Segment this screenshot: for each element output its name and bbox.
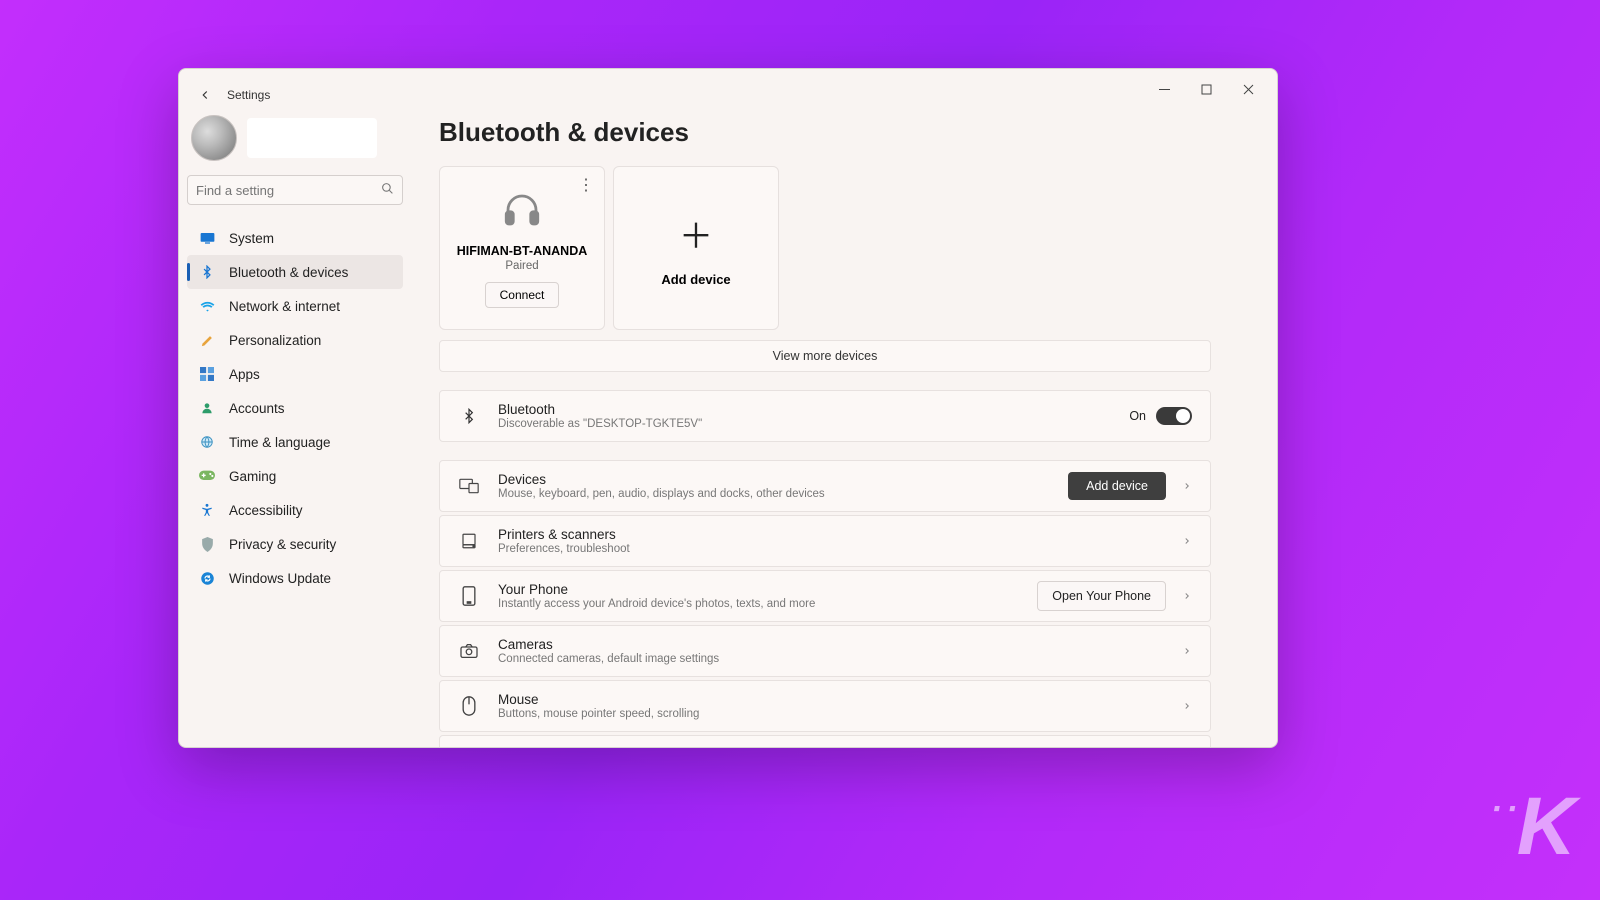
row-icon (458, 478, 480, 494)
headphones-icon (501, 189, 543, 236)
row-subtitle: Connected cameras, default image setting… (498, 653, 1166, 665)
bluetooth-subtitle: Discoverable as "DESKTOP-TGKTE5V" (498, 418, 1129, 430)
globe-icon (199, 435, 215, 449)
system-icon (199, 232, 215, 244)
bluetooth-toggle-state: On (1129, 409, 1146, 423)
view-more-devices[interactable]: View more devices (439, 340, 1211, 372)
sidebar-item-person[interactable]: Accounts (187, 391, 403, 425)
sidebar-item-label: Network & internet (229, 299, 340, 314)
row-icon (458, 586, 480, 606)
sidebar-item-label: Bluetooth & devices (229, 265, 348, 280)
brush-icon (199, 333, 215, 348)
settings-row-pen-windows-ink[interactable]: Pen & Windows InkRight-handed or left-ha… (439, 735, 1211, 747)
gaming-icon (199, 470, 215, 482)
profile-text (247, 118, 377, 158)
accessibility-icon (199, 503, 215, 517)
chevron-right-icon (1182, 698, 1192, 714)
profile-block[interactable] (187, 115, 403, 165)
device-more-icon[interactable]: ⋮ (578, 175, 594, 195)
close-button[interactable] (1227, 75, 1269, 103)
back-button[interactable] (193, 83, 217, 107)
row-icon (458, 532, 480, 550)
bluetooth-icon (199, 265, 215, 279)
sidebar-item-label: Apps (229, 367, 260, 382)
paired-device-card[interactable]: ⋮ HIFIMAN-BT-ANANDA Paired Connect (439, 166, 605, 330)
sidebar-item-label: Windows Update (229, 571, 331, 586)
nav-list: System Bluetooth & devices Network & inter… (187, 221, 403, 595)
sidebar-item-label: Privacy & security (229, 537, 336, 552)
row-title: Mouse (498, 692, 1166, 707)
app-title: Settings (227, 88, 270, 102)
row-icon (458, 643, 480, 659)
shield-icon (199, 537, 215, 552)
titlebar (179, 69, 1277, 109)
update-icon (199, 571, 215, 586)
sidebar-item-label: Accessibility (229, 503, 303, 518)
bluetooth-icon (458, 408, 480, 424)
row-subtitle: Mouse, keyboard, pen, audio, displays an… (498, 488, 1068, 500)
row-action-button[interactable]: Open Your Phone (1037, 581, 1166, 611)
sidebar-item-bluetooth[interactable]: Bluetooth & devices (187, 255, 403, 289)
settings-row-cameras[interactable]: CamerasConnected cameras, default image … (439, 625, 1211, 677)
sidebar-item-update[interactable]: Windows Update (187, 561, 403, 595)
person-icon (199, 401, 215, 415)
sidebar-item-gaming[interactable]: Gaming (187, 459, 403, 493)
settings-row-your-phone[interactable]: Your PhoneInstantly access your Android … (439, 570, 1211, 622)
sidebar-item-label: Time & language (229, 435, 331, 450)
row-title: Your Phone (498, 582, 1037, 597)
watermark: ∙∙K (1486, 780, 1572, 874)
minimize-button[interactable] (1143, 75, 1185, 103)
sidebar-item-shield[interactable]: Privacy & security (187, 527, 403, 561)
titlebar-left: Settings (193, 83, 270, 107)
bluetooth-row: Bluetooth Discoverable as "DESKTOP-TGKTE… (439, 390, 1211, 442)
chevron-right-icon (1182, 533, 1192, 549)
page-title: Bluetooth & devices (439, 117, 1249, 148)
add-device-card[interactable]: ＋ Add device (613, 166, 779, 330)
row-subtitle: Instantly access your Android device's p… (498, 598, 1037, 610)
sidebar-item-brush[interactable]: Personalization (187, 323, 403, 357)
row-subtitle: Buttons, mouse pointer speed, scrolling (498, 708, 1166, 720)
settings-row-devices[interactable]: DevicesMouse, keyboard, pen, audio, disp… (439, 460, 1211, 512)
plus-icon: ＋ (679, 209, 713, 258)
connect-button[interactable]: Connect (485, 282, 560, 308)
row-title: Cameras (498, 637, 1166, 652)
search-input[interactable] (196, 183, 381, 198)
device-cards: ⋮ HIFIMAN-BT-ANANDA Paired Connect ＋ Add… (439, 166, 1249, 330)
settings-row-mouse[interactable]: MouseButtons, mouse pointer speed, scrol… (439, 680, 1211, 732)
search-icon (381, 182, 394, 198)
sidebar-item-label: Personalization (229, 333, 321, 348)
maximize-button[interactable] (1185, 75, 1227, 103)
avatar (191, 115, 237, 161)
sidebar-item-apps[interactable]: Apps (187, 357, 403, 391)
wifi-icon (199, 299, 215, 314)
device-status: Paired (505, 260, 538, 272)
sidebar: System Bluetooth & devices Network & inter… (179, 109, 411, 747)
apps-icon (199, 367, 215, 381)
chevron-right-icon (1182, 643, 1192, 659)
row-icon (458, 696, 480, 716)
device-name: HIFIMAN-BT-ANANDA (457, 244, 588, 258)
row-subtitle: Preferences, troubleshoot (498, 543, 1166, 555)
row-title: Devices (498, 472, 1068, 487)
sidebar-item-label: Gaming (229, 469, 276, 484)
row-title: Printers & scanners (498, 527, 1166, 542)
main-content: Bluetooth & devices ⋮ HIFIMAN-BT-ANANDA … (411, 109, 1277, 747)
sidebar-item-label: System (229, 231, 274, 246)
bluetooth-toggle[interactable] (1156, 407, 1192, 425)
sidebar-item-accessibility[interactable]: Accessibility (187, 493, 403, 527)
bluetooth-title: Bluetooth (498, 402, 1129, 417)
sidebar-item-globe[interactable]: Time & language (187, 425, 403, 459)
chevron-right-icon (1182, 588, 1192, 604)
settings-window: Settings SystemBluetooth & devicesN (178, 68, 1278, 748)
sidebar-item-system[interactable]: System (187, 221, 403, 255)
sidebar-item-label: Accounts (229, 401, 285, 416)
add-device-label: Add device (661, 272, 730, 287)
chevron-right-icon (1182, 478, 1192, 494)
row-action-button[interactable]: Add device (1068, 472, 1166, 500)
settings-row-printers-scanners[interactable]: Printers & scannersPreferences, troubles… (439, 515, 1211, 567)
sidebar-item-wifi[interactable]: Network & internet (187, 289, 403, 323)
search-box[interactable] (187, 175, 403, 205)
